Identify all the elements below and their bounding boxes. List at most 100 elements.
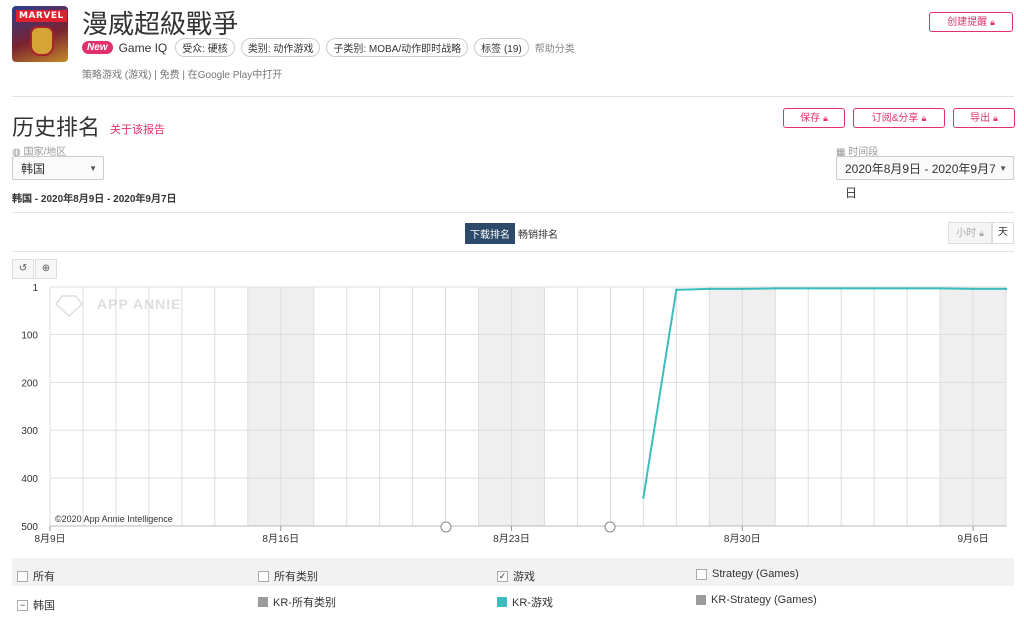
divider [12, 251, 1014, 252]
category-pill[interactable]: 类别: 动作游戏 [240, 38, 321, 57]
event-marker-icon [440, 521, 452, 533]
series-swatch [258, 597, 268, 607]
data-point [971, 287, 975, 291]
hero-mask-icon [30, 26, 54, 56]
country-select[interactable]: 韩国 ▼ [12, 156, 104, 180]
audience-pill[interactable]: 受众: 硬核 [175, 38, 235, 57]
data-point [839, 287, 843, 290]
toggle-hour[interactable]: 小时 🔒︎ [948, 222, 992, 244]
data-point [642, 496, 645, 499]
rank-chart: APP ANNIE 1 100 200 300 400 500 8月9日 8月16日 8月23… [21, 283, 1008, 545]
divider [12, 96, 1014, 97]
create-alert-button[interactable]: 创建提醒 🔒︎ [929, 12, 1013, 32]
x-tick-label: 8月23日 [493, 533, 530, 545]
range-summary: 韩国 - 2020年8月9日 - 2020年9月7日 [12, 194, 177, 205]
save-button[interactable]: 保存 🔒︎ [783, 108, 845, 128]
weekend-band [742, 287, 776, 526]
country-value: 韩国 [21, 162, 46, 176]
checkbox-icon[interactable] [17, 570, 28, 582]
x-axis: 8月9日 8月16日 8月23日 8月30日 9月6日 [34, 526, 989, 545]
tab-download-rank[interactable]: 下载排名 [465, 223, 515, 244]
new-badge: New [82, 41, 113, 54]
reset-icon: ↺ [18, 263, 28, 274]
subscribe-label: 订阅&分享 [871, 113, 919, 124]
export-button[interactable]: 导出 🔒︎ [953, 108, 1015, 128]
data-point [807, 287, 810, 290]
export-label: 导出 [970, 113, 991, 124]
data-point [905, 287, 909, 290]
data-point [741, 287, 744, 291]
legend-strategy-label: Strategy (Games) [712, 568, 799, 580]
event-marker-icon [604, 521, 616, 533]
weekend-band [280, 287, 314, 526]
y-tick-label: 300 [21, 426, 38, 437]
reset-zoom-button[interactable]: ↺ [12, 259, 34, 279]
app-icon: MARVEL [12, 6, 68, 62]
app-title: 漫威超級戰爭 [82, 10, 239, 40]
data-point [1004, 287, 1008, 291]
data-point [774, 287, 777, 290]
legend-all-label: 所有 [33, 571, 55, 583]
about-report-link[interactable]: 关于该报告 [110, 121, 165, 137]
collapse-icon[interactable]: − [17, 599, 28, 611]
data-point [872, 287, 876, 290]
series-swatch [696, 595, 706, 605]
y-tick-label: 200 [21, 378, 38, 389]
legend-country[interactable]: − 韩国 [17, 597, 55, 613]
divider [12, 212, 1014, 213]
marvel-logo: MARVEL [16, 10, 67, 22]
zoom-icon: ⊕ [41, 263, 51, 274]
series-swatch [497, 597, 507, 607]
legend-all-categories-label: 所有类别 [274, 571, 318, 583]
period-select[interactable]: 2020年8月9日 - 2020年9月7日 ▼ [836, 156, 1014, 200]
watermark: APP ANNIE [54, 295, 180, 318]
subscribe-share-button[interactable]: 订阅&分享 🔒︎ [853, 108, 945, 128]
chevron-down-icon: ▼ [999, 164, 1007, 173]
lock-icon: 🔒︎ [921, 113, 927, 123]
app-annie-logo-icon [54, 295, 84, 318]
lock-icon: 🔒︎ [990, 17, 995, 27]
legend-kr-strategy[interactable]: KR-Strategy (Games) [696, 594, 817, 606]
subcategory-pill[interactable]: 子类别: MOBA/动作即时战略 [326, 38, 469, 57]
legend-games[interactable]: ✓ 游戏 [497, 568, 535, 584]
zoom-button[interactable]: ⊕ [35, 259, 57, 279]
legend-kr-all[interactable]: KR-所有类别 [258, 594, 336, 610]
legend-all[interactable]: 所有 [17, 568, 55, 584]
copyright-text: ©2020 App Annie Intelligence [55, 514, 173, 524]
lock-icon: 🔒︎ [993, 113, 998, 123]
period-value: 2020年8月9日 - 2020年9月7日 [845, 162, 996, 200]
checkbox-checked-icon[interactable]: ✓ [497, 570, 508, 582]
lock-icon: 🔒︎ [979, 228, 984, 238]
x-tick-label: 8月30日 [724, 533, 761, 545]
toggle-day[interactable]: 天 [992, 222, 1014, 244]
y-tick-label: 100 [21, 330, 38, 341]
developer-link[interactable]: Game IQ [119, 41, 168, 55]
x-tick-label: 8月9日 [34, 533, 65, 545]
legend-kr-games-label: KR-游戏 [512, 597, 553, 609]
x-tick-label: 8月16日 [262, 533, 299, 545]
weekend-band [940, 287, 974, 526]
weekend-band [247, 287, 281, 526]
legend-strategy[interactable]: Strategy (Games) [696, 568, 799, 580]
tab-grossing-rank[interactable]: 畅销排名 [518, 226, 558, 241]
app-sub-info: 策略游戏 (游戏) | 免费 | 在Google Play中打开 [82, 70, 283, 81]
checkbox-icon[interactable] [258, 570, 269, 582]
legend-all-categories[interactable]: 所有类别 [258, 568, 318, 584]
save-label: 保存 [800, 113, 821, 124]
y-tick-label: 1 [32, 283, 38, 294]
data-point [675, 288, 678, 292]
weekend-band [709, 287, 743, 526]
x-tick-label: 9月6日 [957, 533, 988, 545]
legend-kr-games[interactable]: KR-游戏 [497, 594, 553, 610]
data-point [708, 287, 711, 291]
y-axis: 1 100 200 300 400 500 [21, 283, 38, 533]
legend-kr-all-label: KR-所有类别 [273, 597, 336, 609]
app-meta-row: New Game IQ 受众: 硬核 类别: 动作游戏 子类别: MOBA/动作… [82, 38, 575, 57]
help-link[interactable]: 帮助分类 [535, 40, 575, 55]
weekend-band [478, 287, 512, 526]
lock-icon: 🔒︎ [823, 113, 828, 123]
legend-kr-strategy-label: KR-Strategy (Games) [711, 594, 817, 606]
tags-pill[interactable]: 标签 (19) [474, 38, 529, 57]
weekend-band [973, 287, 1006, 526]
checkbox-icon[interactable] [696, 568, 707, 580]
